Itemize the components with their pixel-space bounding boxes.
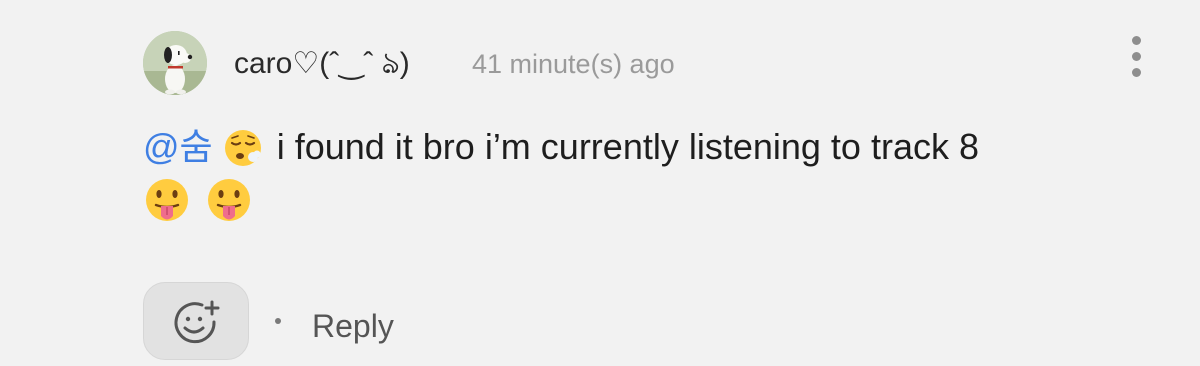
comment-text-line: i found it bro i’m currently listening t…: [266, 126, 979, 167]
sleepy-face-emoji-icon: [224, 130, 261, 166]
username[interactable]: caro♡(ˆ‿ˆ ঌ): [234, 42, 410, 86]
add-reaction-icon: [174, 300, 220, 344]
timestamp: 41 minute(s) ago: [472, 49, 675, 79]
reply-button[interactable]: Reply: [312, 304, 394, 348]
avatar-image: [143, 31, 207, 95]
face-with-tongue-emoji-icon: [146, 179, 188, 221]
user-mention[interactable]: @숨: [143, 126, 213, 167]
add-reaction-button[interactable]: [143, 282, 249, 360]
more-options-icon[interactable]: [1122, 34, 1152, 80]
face-with-tongue-emoji-icon: [208, 179, 251, 221]
comment-card: caro♡(ˆ‿ˆ ঌ) 41 minute(s) ago @숨 i found…: [0, 0, 1200, 366]
separator-dot: [275, 318, 281, 324]
avatar[interactable]: [143, 31, 207, 95]
comment-text: @숨 i found it bro i’m currently listenin…: [143, 118, 1143, 234]
